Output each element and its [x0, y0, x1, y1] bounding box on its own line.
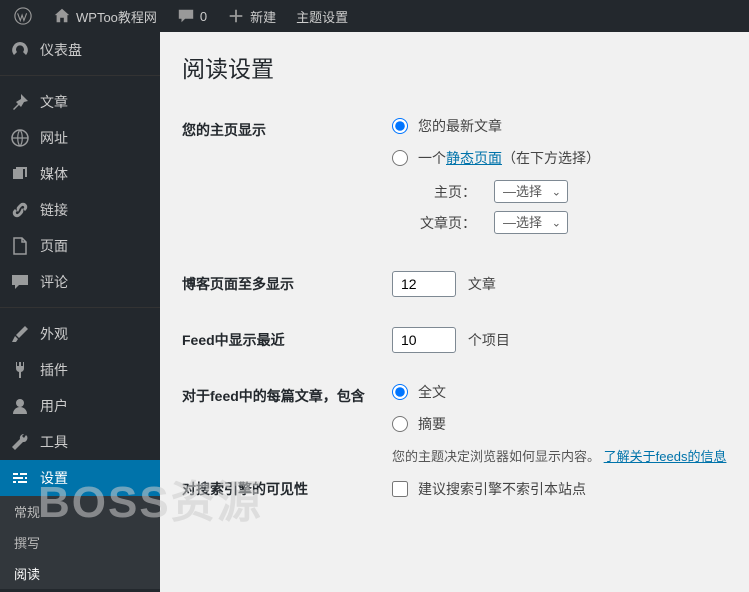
- submenu-general[interactable]: 常规: [0, 496, 160, 527]
- sliders-icon: [10, 468, 30, 488]
- sidebar-item-dashboard[interactable]: 仪表盘: [0, 32, 160, 68]
- radio-full-text-label: 全文: [418, 382, 446, 402]
- radio-latest-posts[interactable]: [392, 118, 408, 134]
- brush-icon: [10, 324, 30, 344]
- submenu-reading[interactable]: 阅读: [0, 558, 160, 589]
- sidebar-item-posts[interactable]: 文章: [0, 84, 160, 120]
- homepage-select[interactable]: —选择: [494, 180, 568, 203]
- radio-latest-posts-label: 您的最新文章: [418, 116, 502, 136]
- sidebar-item-tools[interactable]: 工具: [0, 424, 160, 460]
- sidebar-item-links2[interactable]: 链接: [0, 192, 160, 228]
- comments-count: 0: [200, 9, 207, 24]
- comments-link[interactable]: 0: [169, 0, 215, 32]
- sidebar-item-users[interactable]: 用户: [0, 388, 160, 424]
- sidebar-item-plugins[interactable]: 插件: [0, 352, 160, 388]
- feed-content-label: 对于feed中的每篇文章，包含: [182, 368, 392, 479]
- radio-summary[interactable]: [392, 416, 408, 432]
- search-visibility-label: 对搜索引擎的可见性: [182, 479, 392, 525]
- feed-items-input[interactable]: [392, 327, 456, 353]
- user-icon: [10, 396, 30, 416]
- wp-logo[interactable]: [6, 0, 45, 32]
- comment-icon: [177, 7, 195, 25]
- theme-settings-link[interactable]: 主题设置: [288, 0, 356, 32]
- posts-page-select-label: 文章页：: [414, 213, 476, 233]
- new-content-link[interactable]: 新建: [219, 0, 284, 32]
- feeds-learn-more-link[interactable]: 了解关于feeds的信息: [604, 449, 727, 464]
- search-noindex-checkbox[interactable]: [392, 481, 408, 497]
- feed-count-label: Feed中显示最近: [182, 312, 392, 368]
- sidebar-item-comments[interactable]: 评论: [0, 264, 160, 300]
- posts-per-page-input[interactable]: [392, 271, 456, 297]
- pin-icon: [10, 92, 30, 112]
- link-icon: [10, 200, 30, 220]
- home-icon: [53, 7, 71, 25]
- radio-static-page[interactable]: [392, 150, 408, 166]
- sidebar-item-appearance[interactable]: 外观: [0, 316, 160, 352]
- sidebar-item-settings[interactable]: 设置: [0, 460, 160, 496]
- homepage-select-label: 主页：: [414, 182, 476, 202]
- homepage-display-label: 您的主页显示: [182, 102, 392, 256]
- site-title: WPToo教程网: [76, 7, 157, 26]
- sidebar-item-media[interactable]: 媒体: [0, 156, 160, 192]
- chat-icon: [10, 272, 30, 292]
- admin-sidebar: 仪表盘 文章 网址 媒体 链接 页面 评论 外观: [0, 32, 160, 592]
- new-label: 新建: [250, 7, 276, 26]
- wrench-icon: [10, 432, 30, 452]
- static-page-link[interactable]: 静态页面: [446, 150, 502, 166]
- page-icon: [10, 236, 30, 256]
- feed-content-description: 您的主题决定浏览器如何显示内容。 了解关于feeds的信息: [392, 446, 727, 465]
- submenu-writing[interactable]: 撰写: [0, 527, 160, 558]
- site-home-link[interactable]: WPToo教程网: [45, 0, 165, 32]
- sidebar-item-links[interactable]: 网址: [0, 120, 160, 156]
- posts-per-page-unit: 文章: [468, 276, 496, 292]
- radio-summary-label: 摘要: [418, 414, 446, 434]
- blog-pages-label: 博客页面至多显示: [182, 256, 392, 312]
- plus-icon: [227, 7, 245, 25]
- radio-full-text[interactable]: [392, 384, 408, 400]
- dashboard-icon: [10, 40, 30, 60]
- sidebar-item-pages[interactable]: 页面: [0, 228, 160, 264]
- feed-items-unit: 个项目: [468, 332, 510, 348]
- media-icon: [10, 164, 30, 184]
- posts-page-select[interactable]: —选择: [494, 211, 568, 234]
- page-title: 阅读设置: [182, 50, 727, 84]
- search-noindex-label: 建议搜索引擎不索引本站点: [418, 479, 586, 499]
- plug-icon: [10, 360, 30, 380]
- globe-icon: [10, 128, 30, 148]
